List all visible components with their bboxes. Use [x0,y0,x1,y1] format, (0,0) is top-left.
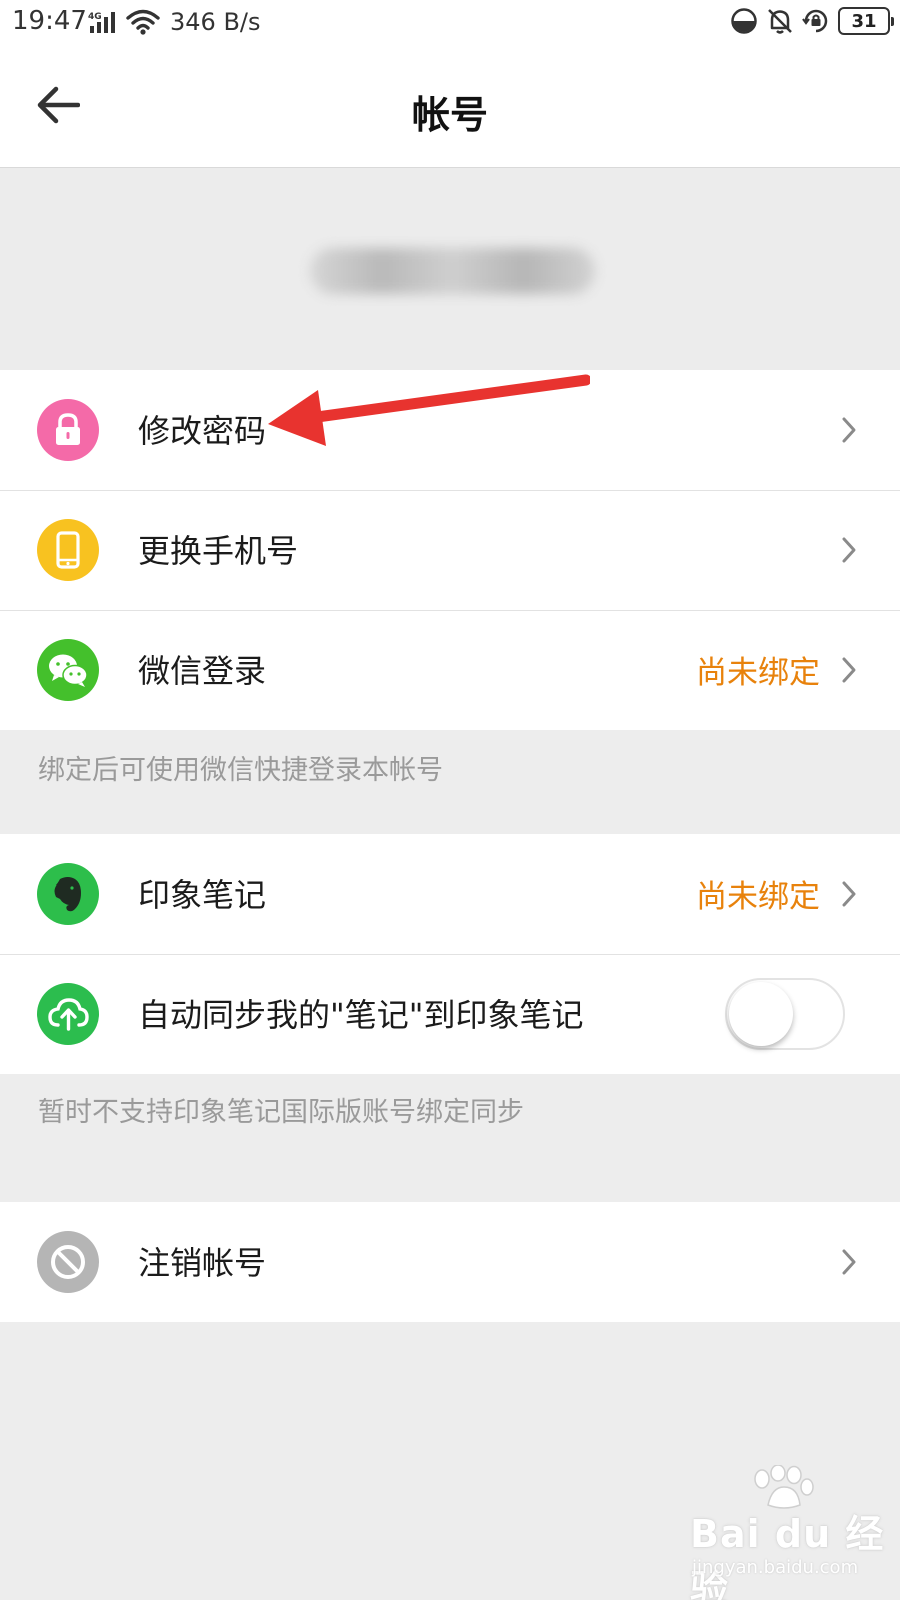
chevron-right-icon [842,657,856,683]
prohibited-icon [37,1231,99,1293]
chevron-right-icon [842,1249,856,1275]
cloud-upload-icon [37,983,99,1045]
lock-icon [37,399,99,461]
blurred-account-id [310,248,595,294]
evernote-icon [37,863,99,925]
evernote-group: 印象笔记 尚未绑定 自动同步我的"笔记"到印象笔记 [0,834,900,1074]
row-label: 修改密码 [138,412,267,450]
rotation-lock-icon [802,9,828,33]
chevron-right-icon [842,417,856,443]
status-icons: 31 [730,7,894,35]
auto-sync-row: 自动同步我的"笔记"到印象笔记 [0,954,900,1074]
nav-bar: 帐号 [0,46,900,168]
svg-text:4G: 4G [88,12,102,22]
row-label: 注销帐号 [138,1244,267,1282]
toggle-knob [729,982,793,1046]
baidu-jingyan-watermark: Bai du 经验 jingyan.baidu.com [690,1465,890,1600]
change-password-row[interactable]: 修改密码 [0,370,900,490]
signal-4g-icon: 4G [88,12,115,33]
page-title: 帐号 [411,93,488,137]
wechat-hint: 绑定后可使用微信快捷登录本帐号 [38,755,443,786]
network-speed: 346 B/s [170,8,261,36]
row-label: 印象笔记 [138,876,267,914]
row-label: 自动同步我的"笔记"到印象笔记 [138,996,584,1034]
row-label: 更换手机号 [138,532,299,570]
phone-icon [37,519,99,581]
status-unbound: 尚未绑定 [696,655,820,691]
row-label: 微信登录 [138,652,267,690]
watermark-url: jingyan.baidu.com [692,1557,859,1578]
wechat-icon [37,639,99,701]
status-time: 19:47 [12,6,87,36]
change-phone-row[interactable]: 更换手机号 [0,490,900,610]
chevron-right-icon [842,537,856,563]
status-unbound: 尚未绑定 [696,879,820,915]
battery-level: 31 [851,10,877,32]
chevron-right-icon [842,881,856,907]
battery-icon: 31 [838,7,894,35]
wifi-icon [126,9,160,35]
account-deletion-group: 注销帐号 [0,1202,900,1322]
wechat-login-row[interactable]: 微信登录 尚未绑定 [0,610,900,730]
evernote-hint: 暂时不支持印象笔记国际版账号绑定同步 [38,1097,524,1128]
auto-sync-toggle[interactable] [725,978,845,1050]
watermark-brand: Bai du 经验 [690,1512,885,1600]
evernote-row[interactable]: 印象笔记 尚未绑定 [0,834,900,954]
bell-off-icon [768,9,792,34]
status-bar: 19:47 4G 346 B/s 31 [0,0,900,46]
account-settings-group: 修改密码 更换手机号 微信登录 尚未绑定 [0,370,900,730]
account-header [0,168,900,370]
delete-account-row[interactable]: 注销帐号 [0,1202,900,1322]
data-saver-icon [731,8,757,34]
